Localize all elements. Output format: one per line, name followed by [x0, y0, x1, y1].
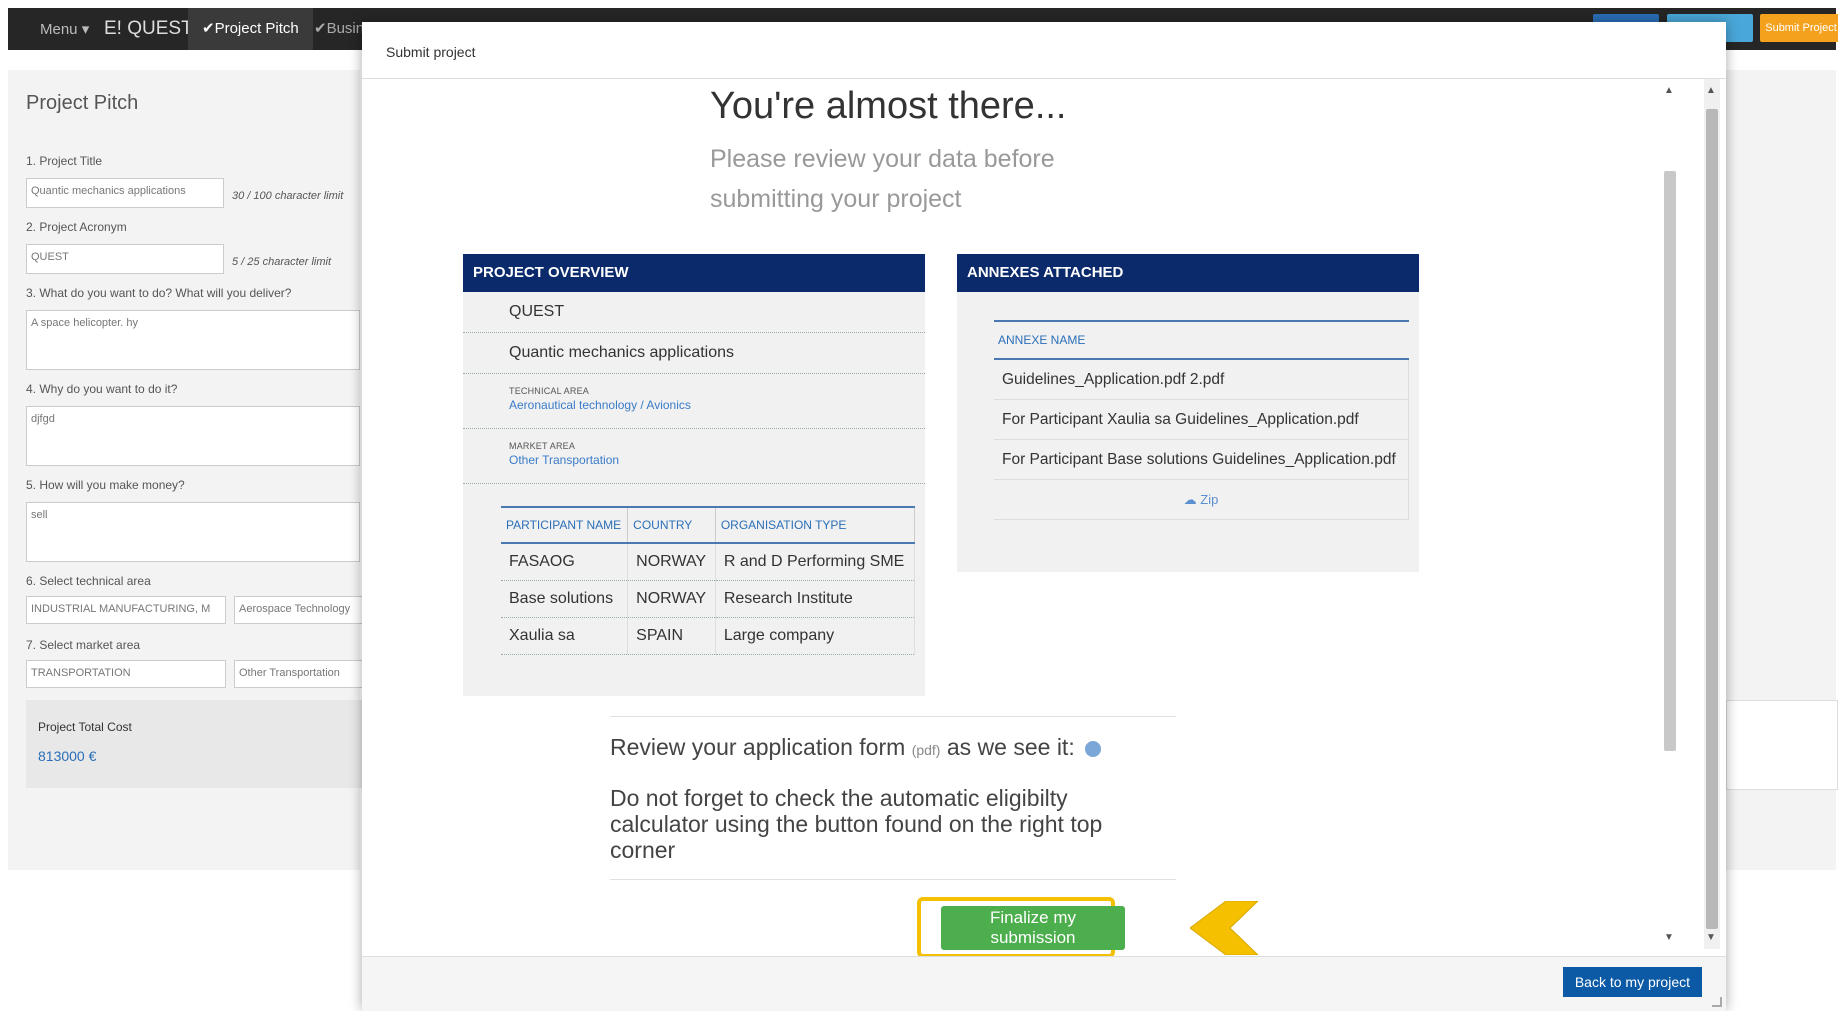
view-pdf-globe-icon[interactable] [1085, 740, 1102, 757]
menu-dropdown[interactable]: Menu ▾ [40, 20, 89, 38]
submit-project-modal: Submit project You're almost there... Pl… [362, 22, 1726, 1011]
modal-title: Submit project [386, 44, 476, 60]
submit-project-button[interactable]: Submit Project [1760, 14, 1838, 42]
participant-type: Research Institute [715, 580, 916, 618]
q4-label: 4. Why do you want to do it? [26, 382, 178, 396]
annexe-name-header: ANNEXE NAME [994, 320, 1409, 360]
participant-type: Large company [715, 617, 916, 655]
eligibility-note: Do not forget to check the automatic eli… [610, 785, 1103, 863]
project-title-hint: 30 / 100 character limit [232, 190, 344, 202]
participant-name: Base solutions [501, 580, 629, 618]
finalize-highlight: Finalize my submission [917, 897, 1125, 958]
participant-type: R and D Performing SME [715, 543, 916, 581]
technical-area-row: TECHNICAL AREA Aeronautical technology /… [463, 374, 925, 429]
participant-country: SPAIN [627, 617, 716, 655]
annexes-table: ANNEXE NAME Guidelines_Application.pdf 2… [994, 320, 1409, 520]
review-suffix: as we see it: [946, 734, 1075, 760]
right-side-panel [1726, 70, 1838, 870]
participants-table: PARTICIPANT NAME COUNTRY ORGANISATION TY… [501, 506, 916, 655]
acronym-hint: 5 / 25 character limit [232, 256, 332, 268]
inner-scrollbar[interactable]: ▲ ▼ [1662, 79, 1678, 949]
market-area-row: MARKET AREA Other Transportation [463, 429, 925, 484]
zip-download-link[interactable]: ☁ Zip [994, 479, 1409, 520]
resize-handle-icon[interactable] [1712, 997, 1722, 1007]
market-area-value: Other Transportation [509, 453, 620, 467]
scrollbar-thumb[interactable] [1664, 171, 1676, 751]
scrollbar-thumb[interactable] [1706, 109, 1718, 929]
market-area-label: MARKET AREA [509, 441, 576, 451]
market-subarea-select[interactable]: Other Transportation [234, 660, 364, 688]
modal-footer: Back to my project [362, 956, 1726, 1011]
divider [610, 716, 1176, 717]
column-header: COUNTRY [627, 506, 716, 544]
project-acronym: QUEST [463, 292, 925, 333]
pdf-note: (pdf) [911, 742, 941, 758]
scroll-down-icon[interactable]: ▼ [1706, 932, 1716, 943]
technical-area-value: Aeronautical technology / Avionics [509, 398, 691, 412]
divider [610, 879, 1176, 880]
table-row[interactable]: For Participant Base solutions Guideline… [994, 439, 1409, 480]
q3-textarea[interactable]: A space helicopter. hy [26, 310, 360, 370]
column-header: ORGANISATION TYPE [715, 506, 916, 544]
acronym-label: 2. Project Acronym [26, 220, 127, 234]
zip-label: Zip [1200, 492, 1219, 507]
scroll-down-icon[interactable]: ▼ [1664, 932, 1674, 943]
q5-label: 5. How will you make money? [26, 478, 185, 492]
technical-area-label: TECHNICAL AREA [509, 386, 589, 396]
modal-header: Submit project [362, 22, 1726, 79]
project-title: Quantic mechanics applications [463, 333, 925, 374]
market-area-label: 7. Select market area [26, 638, 141, 652]
participant-name: Xaulia sa [501, 617, 629, 655]
back-to-project-button[interactable]: Back to my project [1562, 967, 1702, 997]
tech-subarea-select[interactable]: Aerospace Technology [234, 596, 364, 624]
table-row: Xaulia sa SPAIN Large company [501, 617, 916, 655]
total-cost-value: 813000 € [38, 748, 97, 764]
project-title-label: 1. Project Title [26, 154, 103, 168]
tech-area-select[interactable]: INDUSTRIAL MANUFACTURING, M [26, 596, 226, 624]
scroll-up-icon[interactable]: ▲ [1706, 85, 1716, 96]
project-overview-header: PROJECT OVERVIEW [463, 254, 925, 292]
project-overview-card: PROJECT OVERVIEW QUEST Quantic mechanics… [463, 254, 925, 696]
annexe-file-link[interactable]: Guidelines_Application.pdf 2.pdf [994, 359, 1409, 400]
annexes-header: ANNEXES ATTACHED [957, 254, 1419, 292]
participant-country: NORWAY [627, 543, 716, 581]
total-cost-label: Project Total Cost [38, 720, 132, 734]
q4-textarea[interactable]: djfgd [26, 406, 360, 466]
table-row: Base solutions NORWAY Research Institute [501, 580, 916, 618]
right-side-box [1726, 700, 1838, 790]
tech-area-label: 6. Select technical area [26, 574, 151, 588]
table-row: FASAOG NORWAY R and D Performing SME [501, 543, 916, 581]
brand-logo: E! QUEST [104, 18, 193, 39]
pointer-arrow-icon [1190, 901, 1259, 955]
annexe-file-link[interactable]: For Participant Xaulia sa Guidelines_App… [994, 399, 1409, 440]
table-row[interactable]: For Participant Xaulia sa Guidelines_App… [994, 399, 1409, 440]
q3-label: 3. What do you want to do? What will you… [26, 286, 292, 300]
participant-country: NORWAY [627, 580, 716, 618]
modal-heading: You're almost there... [710, 85, 1067, 127]
review-application-line: Review your application form (pdf) as we… [610, 734, 1102, 761]
download-cloud-icon: ☁ [1183, 492, 1197, 507]
modal-subheading: Please review your data before submittin… [710, 145, 1055, 213]
outer-scrollbar[interactable]: ▲ ▼ [1704, 79, 1720, 949]
review-text: Review your application form [610, 734, 906, 760]
modal-body: You're almost there... Please review you… [362, 79, 1726, 958]
scroll-up-icon[interactable]: ▲ [1664, 85, 1674, 96]
acronym-input[interactable]: QUEST [26, 244, 224, 274]
tab-project-pitch[interactable]: ✔Project Pitch [188, 8, 313, 50]
annexes-card: ANNEXES ATTACHED ANNEXE NAME Guidelines_… [957, 254, 1419, 572]
project-pitch-form: Project Pitch 1. Project Title Quantic m… [8, 70, 366, 870]
finalize-submission-button[interactable]: Finalize my submission [941, 906, 1125, 950]
table-row[interactable]: Guidelines_Application.pdf 2.pdf [994, 359, 1409, 400]
participant-name: FASAOG [501, 543, 629, 581]
table-row[interactable]: ☁ Zip [994, 479, 1409, 520]
annexe-file-link[interactable]: For Participant Base solutions Guideline… [994, 439, 1409, 480]
project-title-input[interactable]: Quantic mechanics applications [26, 178, 224, 208]
q5-textarea[interactable]: sell [26, 502, 360, 562]
market-area-select[interactable]: TRANSPORTATION [26, 660, 226, 688]
column-header: PARTICIPANT NAME [501, 506, 629, 544]
total-cost-box: Project Total Cost 813000 € [26, 700, 366, 788]
form-title: Project Pitch [26, 92, 139, 114]
